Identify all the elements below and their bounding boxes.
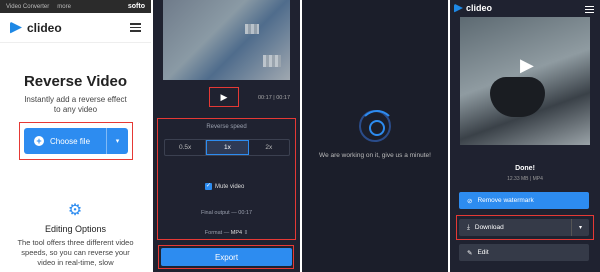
clideo-logo-icon [10,21,22,34]
file-meta: 12.33 MB | MP4 [507,176,543,182]
clideo-logo-text: clideo [466,3,493,13]
speed-selector: 0.5x 1x 2x [164,139,290,156]
speed-option-1x[interactable]: 1x [206,140,249,155]
page-title: Reverse Video [23,73,128,90]
result-video-preview[interactable]: ▶ [460,17,590,145]
remove-watermark-label: Remove watermark [477,197,534,204]
header: clideo [0,13,151,43]
processing-panel: We are working on it, give us a minute! [302,0,448,272]
format-label: Format — [204,230,230,236]
pencil-icon: ✎ [467,249,473,257]
checkbox-icon[interactable]: ✓ [205,183,212,190]
face-mask-shape [490,77,545,117]
editor-panel: ▶ 00:17 | 00:17 Reverse speed 0.5x 1x 2x… [153,0,300,272]
loading-spinner-icon [359,110,395,142]
time-label: 00:17 | 00:17 [258,95,291,101]
format-row: Format — MP4 ⇕ [158,230,295,236]
processing-text: We are working on it, give us a minute! [319,152,431,159]
speed-option-0-5x[interactable]: 0.5x [165,140,207,155]
edit-button[interactable]: ✎ Edit [459,244,589,261]
no-icon: ⊘ [467,197,473,205]
download-button[interactable]: ⤓ Download ▾ [459,219,589,236]
choose-file-label: Choose file [50,136,91,146]
gear-icon: ⚙ [67,202,83,219]
clideo-logo-text[interactable]: clideo [27,21,62,35]
result-panel: clideo ▶ Done! 12.33 MB | MP4 ⊘ Remove w… [450,0,600,272]
options-box: Reverse speed 0.5x 1x 2x ✓ Mute video Fi… [158,118,295,240]
chevron-down-icon[interactable]: ▾ [106,128,128,154]
reverse-speed-label: Reverse speed [206,124,247,130]
format-select[interactable]: MP4 [231,230,242,236]
done-title: Done! [515,165,535,172]
download-icon: ⤓ [467,223,470,231]
chevron-down-icon[interactable]: ▾ [571,219,589,236]
topbar-link-more[interactable]: more [57,4,71,10]
export-button[interactable]: Export [161,248,292,266]
landing-panel: Video Converter more softo clideo Revers… [0,0,151,272]
clideo-logo-icon [454,3,463,13]
updown-icon: ⇕ [243,230,249,236]
section-text: The tool offers three different video sp… [17,238,134,268]
page-subtitle: Instantly add a reverse effect to any vi… [24,95,127,115]
plus-icon: + [34,136,44,146]
topbar-link-video-converter[interactable]: Video Converter [6,4,49,10]
play-icon[interactable]: ▶ [210,88,238,106]
video-preview[interactable] [163,0,290,80]
mute-video-checkbox[interactable]: ✓ Mute video [205,183,244,190]
edit-label: Edit [477,249,489,256]
top-bar: Video Converter more softo [0,0,151,13]
mute-video-label: Mute video [215,183,245,190]
section-title: Editing Options [44,224,107,234]
play-icon[interactable]: ▶ [520,55,534,76]
blur-patch [263,55,281,67]
screenshot-row: Video Converter more softo clideo Revers… [0,0,600,272]
hamburger-menu-icon[interactable] [585,4,594,15]
choose-file-button[interactable]: + Choose file ▾ [24,128,128,154]
softo-logo[interactable]: softo [128,3,145,10]
download-label: Download [474,224,504,231]
final-output-label: Final output — 00:17 [200,210,253,216]
blur-patch [245,24,259,34]
hamburger-menu-icon[interactable] [130,21,141,34]
header-logo[interactable]: clideo [454,3,492,13]
speed-option-2x[interactable]: 2x [249,140,289,155]
remove-watermark-button[interactable]: ⊘ Remove watermark [459,192,589,209]
